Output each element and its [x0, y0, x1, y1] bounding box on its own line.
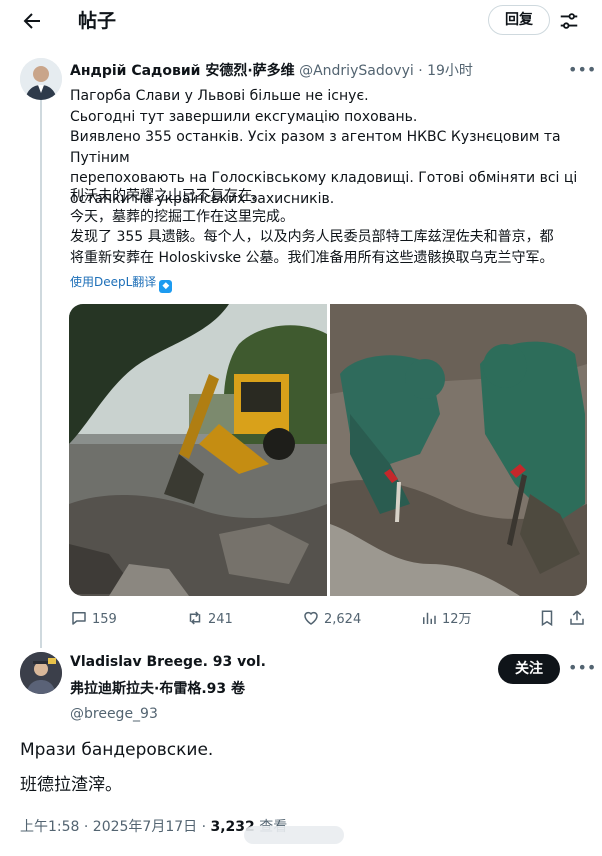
- more-options-icon[interactable]: •••: [568, 658, 596, 677]
- reply-author-name[interactable]: Vladislav Breege. 93 vol.: [70, 654, 266, 670]
- tweet-action-bar: 159 241 2,624 12万: [70, 608, 590, 632]
- timestamp[interactable]: 上午1:58 · 2025年7月17日 ·: [20, 819, 211, 835]
- reply-text: Мрази бандеровские.: [20, 740, 214, 760]
- media-grid: [69, 304, 587, 596]
- page-title: 帖子: [78, 10, 117, 32]
- text-line: Виявлено 355 останків. Усіх разом з аген…: [70, 129, 561, 166]
- views-chart-icon: [423, 612, 436, 624]
- deepl-icon: ◆: [159, 280, 173, 293]
- avatar[interactable]: [20, 58, 62, 100]
- retweet-icon: [189, 611, 201, 625]
- comment-icon: [72, 612, 86, 625]
- avatar[interactable]: [20, 652, 62, 694]
- reply-button[interactable]: 回复: [488, 5, 550, 35]
- retweet-action[interactable]: 241: [186, 608, 233, 632]
- heart-icon: [304, 611, 318, 625]
- watermark-overlay: [244, 826, 344, 844]
- tweet-text-chinese: 利沃夫的荣耀之山已不复存在。 今天，墓葬的挖掘工作在这里完成。 发现了 355 …: [70, 186, 590, 268]
- text-line: 发现了 355 具遗骸。每个人，以及内务人民委员部特工库兹涅佐夫和普京，都: [70, 229, 554, 245]
- translate-label[interactable]: 使用DeepL翻译: [70, 275, 156, 289]
- thread-connector-line: [40, 100, 42, 648]
- text-line: 将重新安葬在 Holoskivske 公墓。我们准备用所有这些遗骸换取乌克兰守军…: [70, 249, 554, 266]
- like-count: 2,624: [324, 612, 362, 627]
- share-action[interactable]: [568, 608, 590, 632]
- author-name[interactable]: Андрій Садовий 安德烈·萨多维: [70, 63, 295, 79]
- retweet-count: 241: [208, 612, 233, 627]
- like-action[interactable]: 2,624: [302, 608, 361, 632]
- reply-author-handle[interactable]: @breege_93: [70, 706, 158, 722]
- top-bar: 帖子 回复: [0, 0, 602, 42]
- bookmark-icon: [541, 610, 553, 627]
- settings-sliders-icon[interactable]: [558, 10, 580, 32]
- text-line: Сьогодні тут завершили ексгумацію похова…: [70, 108, 418, 125]
- reply-action[interactable]: 159: [70, 608, 117, 632]
- share-icon: [570, 610, 584, 625]
- view-count: 12万: [442, 612, 472, 627]
- author-handle-time[interactable]: @AndriySadovyi · 19小时: [299, 63, 473, 79]
- more-options-icon[interactable]: •••: [568, 60, 596, 79]
- text-line: 今天，墓葬的挖掘工作在这里完成。: [70, 208, 294, 225]
- reply-text-translation: 班德拉渣滓。: [20, 775, 122, 795]
- text-line: Пагорба Слави у Львові більше не існує.: [70, 88, 369, 104]
- follow-button[interactable]: 关注: [498, 654, 560, 684]
- back-arrow-icon[interactable]: [20, 9, 44, 33]
- bookmark-action[interactable]: [538, 608, 560, 632]
- reply-author-name-translation[interactable]: 弗拉迪斯拉夫·布雷格.93 卷: [70, 678, 245, 698]
- workers-photo[interactable]: [330, 304, 587, 596]
- views-action[interactable]: 12万: [420, 608, 472, 632]
- text-line: 利沃夫的荣耀之山已不复存在。: [70, 188, 266, 204]
- reply-count: 159: [92, 612, 117, 627]
- tweet-header: Андрій Садовий 安德烈·萨多维 @AndriySadovyi · …: [70, 60, 473, 80]
- excavator-photo[interactable]: [69, 304, 327, 596]
- translate-link[interactable]: 使用DeepL翻译 ◆: [70, 273, 173, 293]
